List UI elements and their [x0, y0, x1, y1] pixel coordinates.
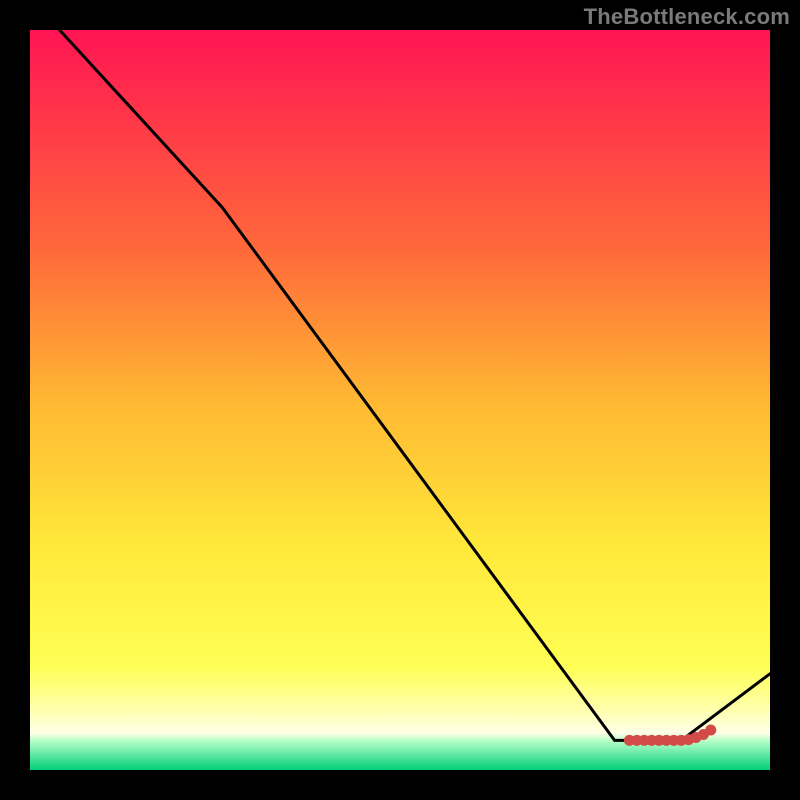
chart-frame: TheBottleneck.com	[0, 0, 800, 800]
watermark-text: TheBottleneck.com	[584, 4, 790, 30]
gradient-bg	[30, 30, 770, 770]
plot-area	[30, 30, 770, 770]
chart-svg	[30, 30, 770, 770]
marker-dot	[705, 725, 716, 736]
